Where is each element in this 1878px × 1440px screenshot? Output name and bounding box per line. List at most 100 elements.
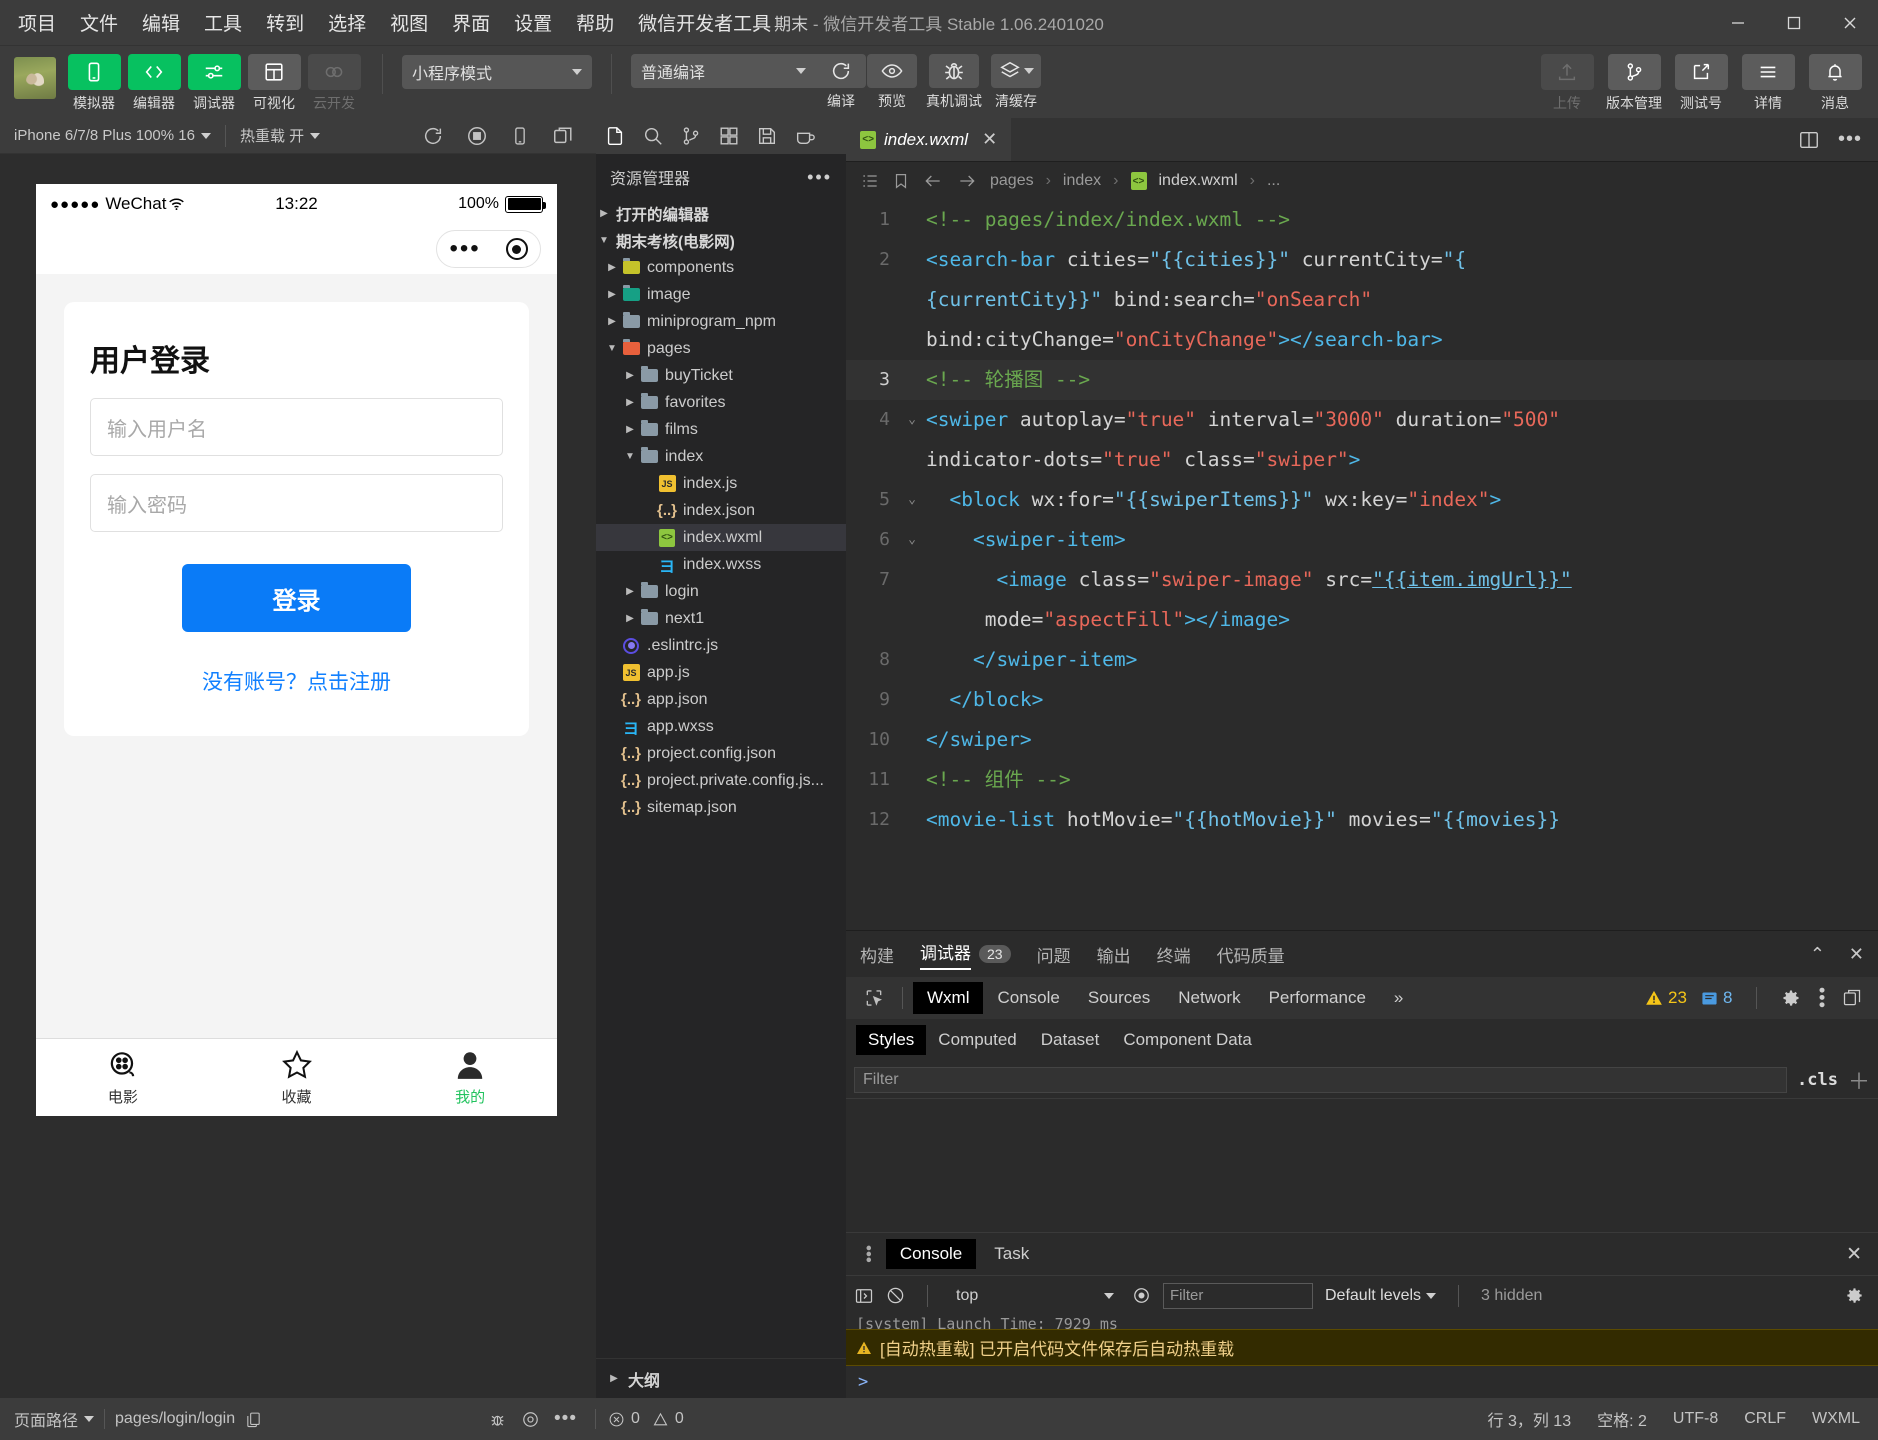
- tree-file-index.wxss[interactable]: ▶ヨindex.wxss: [596, 551, 846, 578]
- warning-count[interactable]: 23: [1645, 988, 1687, 1008]
- source-control-icon[interactable]: [680, 125, 702, 147]
- branch-icon[interactable]: [1607, 54, 1661, 90]
- debugger-tab-构建[interactable]: 构建: [860, 942, 894, 967]
- code-line-3[interactable]: bind:cityChange="onCityChange"></search-…: [846, 320, 1878, 360]
- menu-item-2[interactable]: 编辑: [140, 7, 182, 38]
- split-editor-icon[interactable]: [1798, 129, 1820, 151]
- extensions-icon[interactable]: [718, 125, 740, 147]
- close-icon[interactable]: ✕: [1846, 1243, 1870, 1266]
- editor-tab-index-wxml[interactable]: <> index.wxml ✕: [846, 118, 1012, 161]
- fold-toggle[interactable]: [900, 720, 924, 760]
- minimize-button[interactable]: [1710, 0, 1766, 46]
- copy-icon[interactable]: [245, 1411, 262, 1428]
- menu-item-4[interactable]: 转到: [264, 7, 306, 38]
- tree-folder-buyTicket[interactable]: ▶ buyTicket: [596, 362, 846, 389]
- debugger-tab-代码质量[interactable]: 代码质量: [1217, 942, 1285, 967]
- code-line-15[interactable]: 12 <movie-list hotMovie="{{hotMovie}}" mo…: [846, 800, 1878, 840]
- fold-toggle[interactable]: [900, 800, 924, 840]
- code-line-9[interactable]: 7 <image class="swiper-image" src="{{ite…: [846, 560, 1878, 600]
- encoding[interactable]: UTF-8: [1673, 1410, 1718, 1428]
- toolbar-action-详情[interactable]: 详情: [1739, 54, 1797, 113]
- bookmark-icon[interactable]: [892, 171, 910, 191]
- gear-icon[interactable]: [1845, 1286, 1870, 1305]
- console-tab[interactable]: Console: [885, 1239, 977, 1269]
- live-expression-icon[interactable]: [1132, 1286, 1151, 1305]
- styles-tab-dataset[interactable]: Dataset: [1029, 1025, 1112, 1055]
- capsule-menu[interactable]: •••: [436, 230, 541, 268]
- menu-item-1[interactable]: 文件: [78, 7, 120, 38]
- tree-folder-pages[interactable]: ▼ pages: [596, 335, 846, 362]
- tab-profile[interactable]: 我的: [383, 1039, 557, 1116]
- fold-toggle[interactable]: [900, 440, 924, 480]
- target-icon[interactable]: [521, 1410, 540, 1429]
- menu-item-7[interactable]: 界面: [450, 7, 492, 38]
- fold-toggle[interactable]: ⌄: [900, 520, 924, 560]
- tree-folder-components[interactable]: ▶ components: [596, 254, 846, 281]
- stop-icon[interactable]: [466, 125, 488, 147]
- fold-toggle[interactable]: [900, 560, 924, 600]
- tree-folder-films[interactable]: ▶ films: [596, 416, 846, 443]
- devtools-tab-sources[interactable]: Sources: [1074, 982, 1164, 1014]
- more-dots-icon[interactable]: •••: [554, 1408, 577, 1430]
- code-line-13[interactable]: 10 </swiper>: [846, 720, 1878, 760]
- info-count[interactable]: 8: [1701, 988, 1732, 1008]
- clear-cache-button[interactable]: [991, 54, 1041, 88]
- console-prompt[interactable]: >: [846, 1366, 1878, 1398]
- toolbar-action-版本管理[interactable]: 版本管理: [1605, 54, 1663, 113]
- fold-toggle[interactable]: [900, 360, 924, 400]
- code-line-12[interactable]: 9 </block>: [846, 680, 1878, 720]
- breadcrumb-more[interactable]: ...: [1267, 172, 1280, 190]
- code-line-1[interactable]: 2 <search-bar cities="{{cities}}" current…: [846, 240, 1878, 280]
- multi-window-icon[interactable]: [552, 125, 574, 147]
- debugger-tab-输出[interactable]: 输出: [1097, 942, 1131, 967]
- fold-toggle[interactable]: [900, 280, 924, 320]
- language-mode[interactable]: WXML: [1812, 1410, 1860, 1428]
- debugger-tab-调试器[interactable]: 调试器: [920, 939, 971, 970]
- tree-file-app.wxss[interactable]: ▶ヨapp.wxss: [596, 713, 846, 740]
- toolbar-item-云开发[interactable]: 云开发: [305, 54, 363, 113]
- toolbar-action-消息[interactable]: 消息: [1806, 54, 1864, 113]
- tree-file-app.js[interactable]: ▶JSapp.js: [596, 659, 846, 686]
- tab-favorites[interactable]: 收藏: [210, 1039, 384, 1116]
- toolbar-item-模拟器[interactable]: 模拟器: [65, 54, 123, 113]
- console-filter-input[interactable]: Filter: [1163, 1282, 1313, 1309]
- username-field[interactable]: 输入用户名: [90, 398, 503, 456]
- problem-counts[interactable]: 0 0: [608, 1410, 684, 1428]
- menu-lines-icon[interactable]: [1741, 54, 1795, 90]
- code-line-4[interactable]: 3 <!-- 轮播图 -->: [846, 360, 1878, 400]
- register-link[interactable]: 没有账号？点击注册: [90, 666, 503, 696]
- toolbar-item-编辑器[interactable]: 编辑器: [125, 54, 183, 113]
- bell-icon[interactable]: [1808, 54, 1862, 90]
- fold-toggle[interactable]: [900, 600, 924, 640]
- real-device-debug-button[interactable]: [929, 54, 979, 88]
- fold-toggle[interactable]: [900, 680, 924, 720]
- maximize-button[interactable]: [1766, 0, 1822, 46]
- close-button[interactable]: [1822, 0, 1878, 46]
- project-avatar[interactable]: [14, 57, 56, 99]
- refresh-icon[interactable]: [422, 125, 444, 147]
- arrow-left-icon[interactable]: [922, 171, 944, 191]
- kebab-icon[interactable]: •••: [854, 1245, 882, 1263]
- mode-select[interactable]: 小程序模式: [402, 55, 592, 89]
- cls-button[interactable]: .cls: [1797, 1070, 1838, 1090]
- devtools-tab-network[interactable]: Network: [1164, 982, 1254, 1014]
- menu-item-5[interactable]: 选择: [326, 7, 368, 38]
- breadcrumb-index[interactable]: index: [1063, 172, 1101, 190]
- breadcrumb-pages[interactable]: pages: [990, 172, 1034, 190]
- password-field[interactable]: 输入密码: [90, 474, 503, 532]
- debug-toggle-icon[interactable]: [187, 54, 241, 90]
- clear-console-icon[interactable]: [886, 1286, 905, 1305]
- fold-toggle[interactable]: ⌄: [900, 480, 924, 520]
- fold-toggle[interactable]: [900, 200, 924, 240]
- code-editor[interactable]: 1 <!-- pages/index/index.wxml --> 2 <search…: [846, 200, 1878, 930]
- save-icon[interactable]: [756, 125, 778, 147]
- compile-button[interactable]: [816, 54, 866, 88]
- close-icon[interactable]: ✕: [982, 129, 997, 150]
- styles-filter-input[interactable]: Filter: [854, 1066, 1788, 1093]
- menu-item-10[interactable]: 微信开发者工具: [636, 7, 773, 38]
- device-select[interactable]: iPhone 6/7/8 Plus 100% 16: [14, 127, 211, 144]
- login-submit-button[interactable]: 登录: [182, 564, 411, 632]
- menu-item-0[interactable]: 项目: [16, 7, 58, 38]
- target-icon[interactable]: [505, 238, 528, 260]
- breadcrumb-file[interactable]: index.wxml: [1159, 172, 1238, 190]
